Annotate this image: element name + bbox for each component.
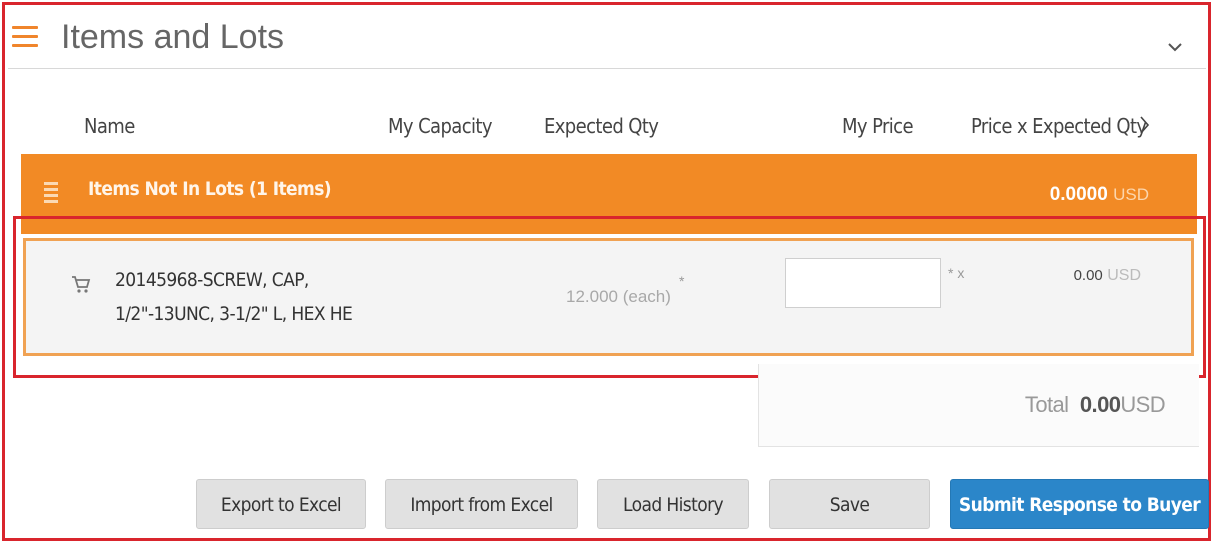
total-value: 0.00 xyxy=(1079,392,1121,417)
submit-response-button[interactable]: Submit Response to Buyer xyxy=(950,479,1209,529)
load-history-button[interactable]: Load History xyxy=(597,479,749,529)
item-name: 20145968-SCREW, CAP, 1/2"-13UNC, 3-1/2" … xyxy=(115,263,353,331)
export-to-excel-button[interactable]: Export to Excel xyxy=(196,479,366,529)
item-name-line-2: 1/2"-13UNC, 3-1/2" L, HEX HE xyxy=(115,303,353,325)
lot-group-total: 0.0000 USD xyxy=(1050,184,1149,206)
row-total: 0.00 USD xyxy=(1074,267,1141,285)
row-total-value: 0.00 xyxy=(1073,267,1103,284)
total-currency: USD xyxy=(1120,392,1165,417)
chevron-down-icon[interactable] xyxy=(1166,38,1184,56)
shopping-cart-icon xyxy=(72,276,91,293)
section-title: Items and Lots xyxy=(61,18,285,56)
save-button[interactable]: Save xyxy=(769,479,930,529)
price-multiplier-mark: * x xyxy=(948,265,965,281)
column-header-my-capacity[interactable]: My Capacity xyxy=(388,114,493,138)
lot-group-label: Items Not In Lots (1 Items) xyxy=(88,178,332,200)
total-line: Total 0.00USD xyxy=(1024,392,1166,418)
import-from-excel-button[interactable]: Import from Excel xyxy=(385,479,578,529)
table-row[interactable]: 20145968-SCREW, CAP, 1/2"-13UNC, 3-1/2" … xyxy=(23,238,1194,356)
required-mark: * xyxy=(679,273,685,289)
column-header-name[interactable]: Name xyxy=(84,114,135,138)
lot-total-currency: USD xyxy=(1113,185,1149,204)
my-price-input[interactable] xyxy=(785,258,941,308)
item-name-line-1: 20145968-SCREW, CAP, xyxy=(115,269,309,291)
total-summary: Total 0.00USD xyxy=(758,364,1199,447)
expected-qty-value: 12.000 (each) xyxy=(566,287,671,306)
column-header-price-x-expected-qty[interactable]: Price x Expected Qty xyxy=(971,114,1147,138)
row-total-currency: USD xyxy=(1107,267,1141,284)
column-header-my-price[interactable]: My Price xyxy=(842,114,914,138)
chevron-right-icon[interactable] xyxy=(1137,114,1151,136)
lot-total-value: 0.0000 xyxy=(1049,184,1108,205)
hamburger-menu-icon[interactable] xyxy=(12,26,38,48)
column-header-expected-qty[interactable]: Expected Qty xyxy=(544,114,659,138)
lot-list-icon xyxy=(44,182,58,204)
section-header: Items and Lots xyxy=(8,8,1206,69)
total-label: Total xyxy=(1024,392,1069,417)
